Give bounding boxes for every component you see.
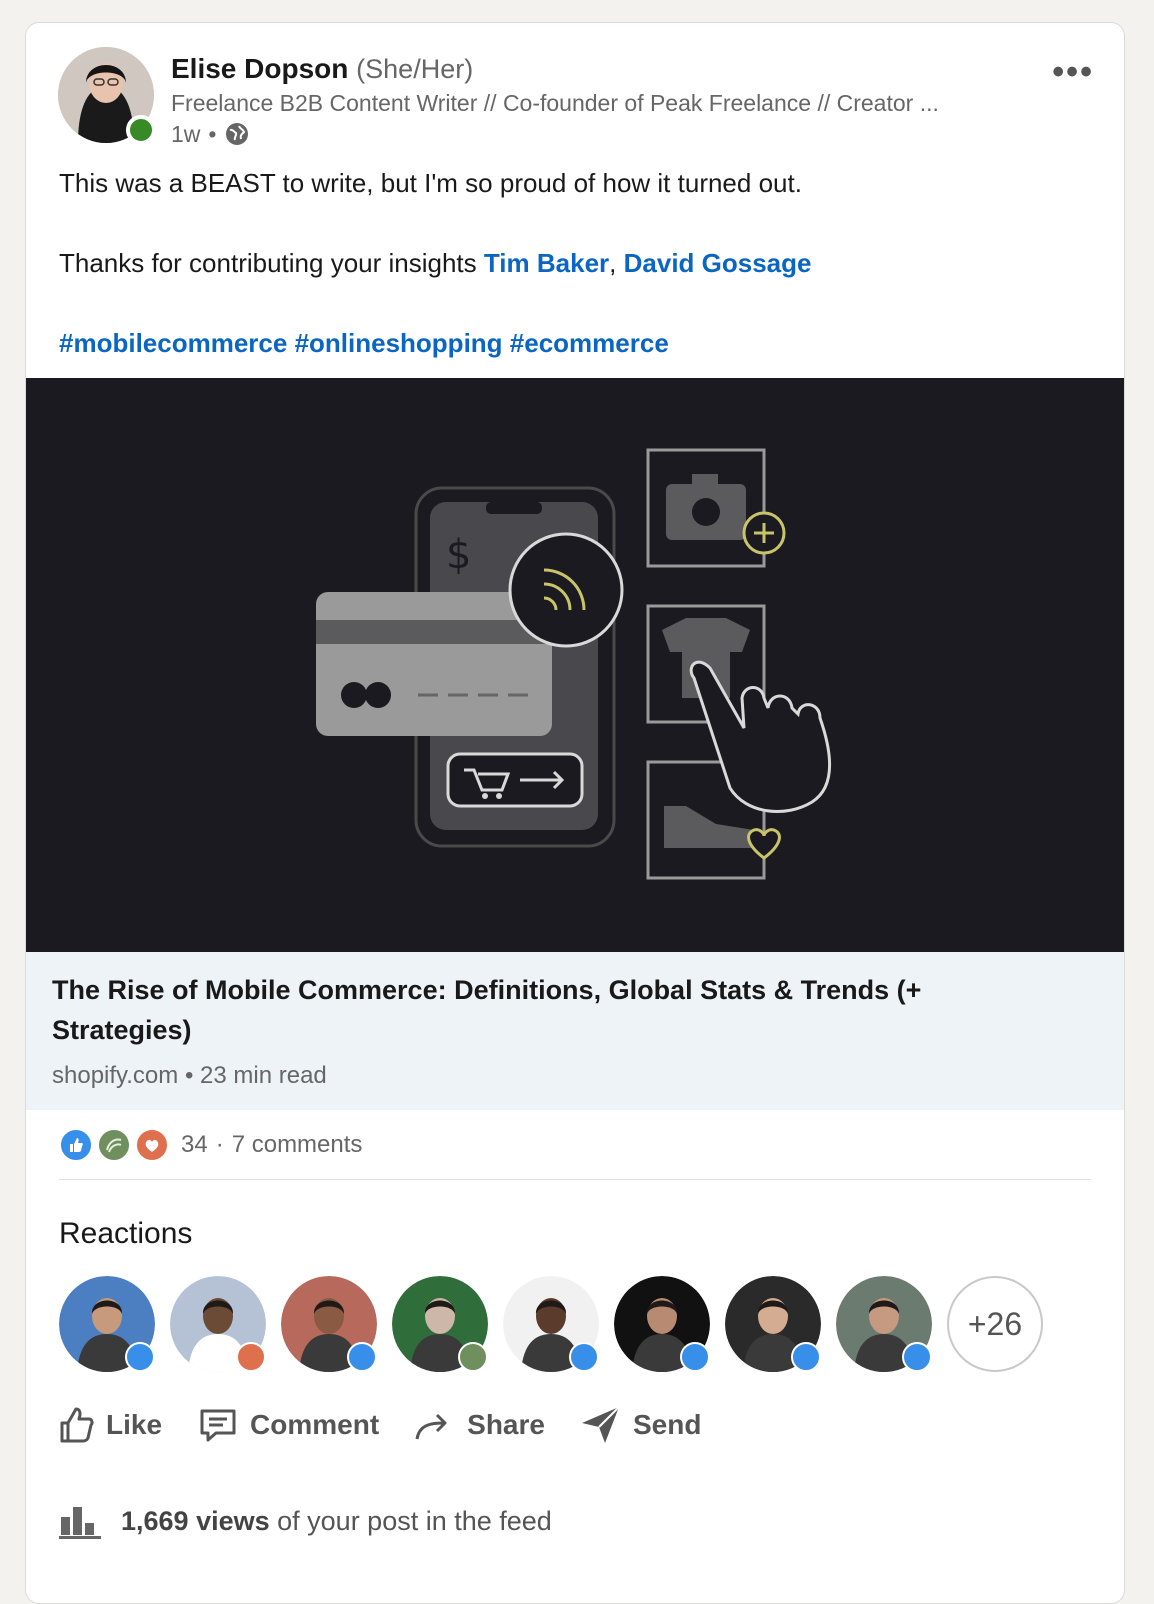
dollar-icon: $: [446, 532, 471, 578]
send-label: Send: [632, 1409, 702, 1440]
mention-separator: ,: [609, 248, 617, 278]
post-line-2: Thanks for contributing your insights Ti…: [59, 243, 1099, 283]
hashtag-onlineshopping[interactable]: #onlineshopping: [295, 328, 503, 358]
like-badge-icon: [347, 1342, 377, 1372]
comment-icon: [200, 1409, 236, 1442]
author-pronouns: (She/Her): [356, 54, 474, 84]
support-badge-icon: [458, 1342, 488, 1372]
post-line-2-text: Thanks for contributing your insights: [59, 248, 477, 278]
online-status-dot: [126, 115, 156, 145]
mention-tim-baker[interactable]: Tim Baker: [484, 248, 609, 278]
action-bar: Like Comment Share Send: [56, 1403, 701, 1447]
share-icon: [415, 1413, 447, 1440]
divider: [59, 1179, 1091, 1180]
article-meta: shopify.com • 23 min read: [52, 1062, 327, 1090]
author-block: Elise Dopson (She/Her) Freelance B2B Con…: [171, 51, 1011, 149]
hashtag-row: #mobilecommerce #onlineshopping #ecommer…: [59, 323, 1099, 363]
reaction-count[interactable]: 34: [181, 1131, 208, 1159]
post-line-1: This was a BEAST to write, but I'm so pr…: [59, 168, 802, 198]
author-name[interactable]: Elise Dopson: [171, 53, 348, 84]
post-time: 1w: [171, 121, 201, 147]
comment-button[interactable]: Comment: [196, 1403, 379, 1447]
views-count: 1,669 views: [121, 1505, 270, 1536]
article-preview[interactable]: The Rise of Mobile Commerce: Definitions…: [26, 952, 1124, 1110]
love-badge-icon: [236, 1342, 266, 1372]
send-icon: [581, 1406, 620, 1443]
contactless-icon: [508, 532, 624, 648]
hashtag-ecommerce[interactable]: #ecommerce: [510, 328, 669, 358]
like-badge-icon: [791, 1342, 821, 1372]
reactor-avatars: +26: [59, 1276, 1043, 1372]
mention-david-gossage[interactable]: David Gossage: [624, 248, 812, 278]
reactions-heading: Reactions: [59, 1217, 193, 1250]
meta-separator: •: [208, 121, 217, 147]
hashtag-mobilecommerce[interactable]: #mobilecommerce: [59, 328, 287, 358]
send-button[interactable]: Send: [579, 1403, 701, 1447]
count-separator: ·: [215, 1131, 224, 1158]
like-reaction-icon: [59, 1128, 93, 1162]
like-badge-icon: [902, 1342, 932, 1372]
comment-label: Comment: [250, 1409, 380, 1440]
bar-chart-icon: [59, 1507, 101, 1539]
post-body: This was a BEAST to write, but I'm so pr…: [59, 163, 1099, 363]
like-badge-icon: [569, 1342, 599, 1372]
reactor-avatar[interactable]: [281, 1276, 377, 1372]
support-reaction-icon: [97, 1128, 131, 1162]
like-badge-icon: [680, 1342, 710, 1372]
author-headline: Freelance B2B Content Writer // Co-found…: [171, 90, 939, 116]
reactor-avatar[interactable]: [170, 1276, 266, 1372]
views-stat[interactable]: 1,669 views of your post in the feed: [59, 1503, 552, 1539]
share-button[interactable]: Share: [413, 1403, 545, 1447]
more-reactors-button[interactable]: +26: [947, 1276, 1043, 1372]
reactor-avatar[interactable]: [392, 1276, 488, 1372]
post-card: Elise Dopson (She/Her) Freelance B2B Con…: [25, 22, 1125, 1604]
like-button[interactable]: Like: [56, 1403, 162, 1447]
share-label: Share: [467, 1409, 545, 1440]
article-title[interactable]: The Rise of Mobile Commerce: Definitions…: [52, 970, 1052, 1050]
globe-icon: [226, 123, 249, 145]
comment-count[interactable]: 7 comments: [232, 1131, 363, 1159]
social-counts[interactable]: 34 · 7 comments: [59, 1128, 362, 1162]
thumbs-up-icon: [60, 1407, 94, 1443]
reactor-avatar[interactable]: [836, 1276, 932, 1372]
article-source: shopify.com: [52, 1062, 179, 1089]
like-badge-icon: [125, 1342, 155, 1372]
article-meta-separator: •: [184, 1062, 201, 1089]
reactor-avatar[interactable]: [614, 1276, 710, 1372]
like-label: Like: [106, 1409, 163, 1440]
reactor-avatar[interactable]: [503, 1276, 599, 1372]
love-reaction-icon: [135, 1128, 169, 1162]
reactor-avatar[interactable]: [725, 1276, 821, 1372]
reactor-avatar[interactable]: [59, 1276, 155, 1372]
views-suffix: of your post in the feed: [277, 1505, 552, 1536]
article-read-time: 23 min read: [200, 1062, 327, 1089]
article-image[interactable]: $: [26, 378, 1124, 952]
more-options-button[interactable]: •••: [1052, 53, 1094, 92]
